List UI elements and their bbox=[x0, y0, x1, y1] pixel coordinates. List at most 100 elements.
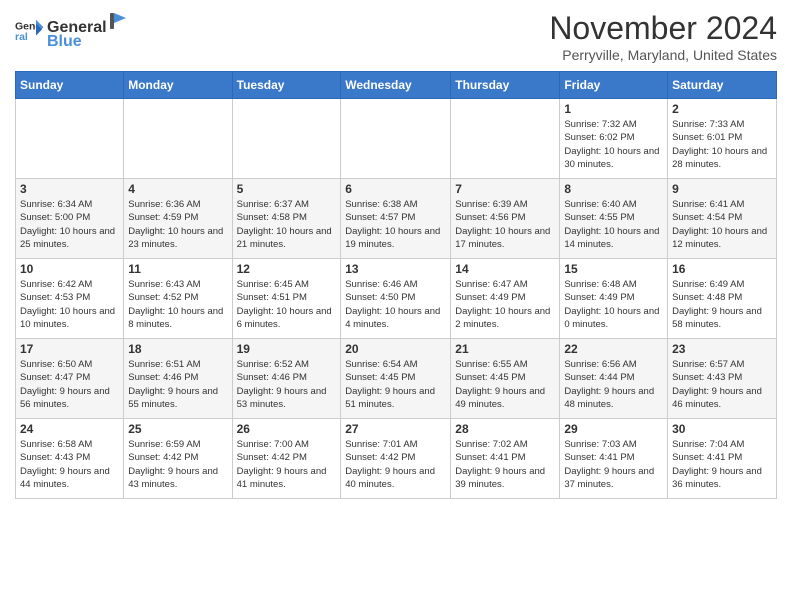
day-detail: Sunrise: 6:57 AM Sunset: 4:43 PM Dayligh… bbox=[672, 358, 772, 411]
table-row: 7Sunrise: 6:39 AM Sunset: 4:56 PM Daylig… bbox=[451, 179, 560, 259]
calendar-week-row: 10 Sunrise: 6:42 AM Sunset: 4:53 PM Dayli… bbox=[16, 259, 777, 339]
day-number: 21 bbox=[455, 342, 555, 356]
day-number: 19 bbox=[237, 342, 337, 356]
header: Gene ral General Blue November 2024 Perr… bbox=[15, 10, 777, 63]
table-row: 29 Sunrise: 7:03 AM Sunset: 4:41 PM Dayli… bbox=[560, 419, 668, 499]
logo: Gene ral General Blue bbox=[15, 10, 131, 51]
table-row bbox=[451, 99, 560, 179]
day-detail: Sunrise: 6:34 AM Sunset: 5:00 PM Dayligh… bbox=[20, 198, 119, 251]
day-number: 27 bbox=[345, 422, 446, 436]
table-row: 21 Sunrise: 6:55 AM Sunset: 4:45 PM Dayli… bbox=[451, 339, 560, 419]
day-detail: Sunrise: 7:00 AM Sunset: 4:42 PM Dayligh… bbox=[237, 438, 337, 491]
col-tuesday: Tuesday bbox=[232, 72, 341, 99]
month-title: November 2024 bbox=[549, 10, 777, 47]
day-detail: Sunrise: 6:42 AM Sunset: 4:53 PM Dayligh… bbox=[20, 278, 119, 331]
table-row: 27Sunrise: 7:01 AM Sunset: 4:42 PM Dayli… bbox=[341, 419, 451, 499]
title-section: November 2024 Perryville, Maryland, Unit… bbox=[549, 10, 777, 63]
day-number: 14 bbox=[455, 262, 555, 276]
table-row: 11 Sunrise: 6:43 AM Sunset: 4:52 PM Dayli… bbox=[124, 259, 232, 339]
table-row: 19Sunrise: 6:52 AM Sunset: 4:46 PM Dayli… bbox=[232, 339, 341, 419]
table-row: 18 Sunrise: 6:51 AM Sunset: 4:46 PM Dayli… bbox=[124, 339, 232, 419]
table-row: 22 Sunrise: 6:56 AM Sunset: 4:44 PM Dayli… bbox=[560, 339, 668, 419]
table-row: 20Sunrise: 6:54 AM Sunset: 4:45 PM Dayli… bbox=[341, 339, 451, 419]
day-detail: Sunrise: 6:51 AM Sunset: 4:46 PM Dayligh… bbox=[128, 358, 227, 411]
day-detail: Sunrise: 6:40 AM Sunset: 4:55 PM Dayligh… bbox=[564, 198, 663, 251]
day-number: 2 bbox=[672, 102, 772, 116]
table-row: 8 Sunrise: 6:40 AM Sunset: 4:55 PM Daylig… bbox=[560, 179, 668, 259]
calendar-week-row: 1 Sunrise: 7:32 AM Sunset: 6:02 PM Daylig… bbox=[16, 99, 777, 179]
day-number: 15 bbox=[564, 262, 663, 276]
day-detail: Sunrise: 6:55 AM Sunset: 4:45 PM Dayligh… bbox=[455, 358, 555, 411]
day-detail: Sunrise: 6:38 AM Sunset: 4:57 PM Dayligh… bbox=[345, 198, 446, 251]
day-number: 16 bbox=[672, 262, 772, 276]
day-number: 4 bbox=[128, 182, 227, 196]
table-row: 9 Sunrise: 6:41 AM Sunset: 4:54 PM Daylig… bbox=[668, 179, 777, 259]
table-row: 24Sunrise: 6:58 AM Sunset: 4:43 PM Dayli… bbox=[16, 419, 124, 499]
day-detail: Sunrise: 6:39 AM Sunset: 4:56 PM Dayligh… bbox=[455, 198, 555, 251]
table-row bbox=[232, 99, 341, 179]
table-row bbox=[341, 99, 451, 179]
day-detail: Sunrise: 6:36 AM Sunset: 4:59 PM Dayligh… bbox=[128, 198, 227, 251]
calendar-week-row: 3 Sunrise: 6:34 AM Sunset: 5:00 PM Daylig… bbox=[16, 179, 777, 259]
table-row: 28Sunrise: 7:02 AM Sunset: 4:41 PM Dayli… bbox=[451, 419, 560, 499]
day-number: 22 bbox=[564, 342, 663, 356]
calendar-header-row: Sunday Monday Tuesday Wednesday Thursday… bbox=[16, 72, 777, 99]
day-detail: Sunrise: 6:41 AM Sunset: 4:54 PM Dayligh… bbox=[672, 198, 772, 251]
col-saturday: Saturday bbox=[668, 72, 777, 99]
table-row: 4 Sunrise: 6:36 AM Sunset: 4:59 PM Daylig… bbox=[124, 179, 232, 259]
day-number: 28 bbox=[455, 422, 555, 436]
table-row: 5Sunrise: 6:37 AM Sunset: 4:58 PM Daylig… bbox=[232, 179, 341, 259]
day-number: 25 bbox=[128, 422, 227, 436]
svg-text:ral: ral bbox=[15, 31, 28, 43]
day-number: 30 bbox=[672, 422, 772, 436]
day-number: 26 bbox=[237, 422, 337, 436]
day-detail: Sunrise: 6:50 AM Sunset: 4:47 PM Dayligh… bbox=[20, 358, 119, 411]
day-number: 6 bbox=[345, 182, 446, 196]
col-wednesday: Wednesday bbox=[341, 72, 451, 99]
calendar-week-row: 17Sunrise: 6:50 AM Sunset: 4:47 PM Dayli… bbox=[16, 339, 777, 419]
day-detail: Sunrise: 7:04 AM Sunset: 4:41 PM Dayligh… bbox=[672, 438, 772, 491]
day-detail: Sunrise: 7:33 AM Sunset: 6:01 PM Dayligh… bbox=[672, 118, 772, 171]
logo-flag-icon bbox=[108, 10, 130, 32]
day-detail: Sunrise: 7:03 AM Sunset: 4:41 PM Dayligh… bbox=[564, 438, 663, 491]
day-number: 8 bbox=[564, 182, 663, 196]
day-detail: Sunrise: 6:48 AM Sunset: 4:49 PM Dayligh… bbox=[564, 278, 663, 331]
day-number: 18 bbox=[128, 342, 227, 356]
table-row: 3 Sunrise: 6:34 AM Sunset: 5:00 PM Daylig… bbox=[16, 179, 124, 259]
day-number: 29 bbox=[564, 422, 663, 436]
table-row: 12 Sunrise: 6:45 AM Sunset: 4:51 PM Dayli… bbox=[232, 259, 341, 339]
table-row: 23 Sunrise: 6:57 AM Sunset: 4:43 PM Dayli… bbox=[668, 339, 777, 419]
day-number: 9 bbox=[672, 182, 772, 196]
day-number: 1 bbox=[564, 102, 663, 116]
table-row: 26 Sunrise: 7:00 AM Sunset: 4:42 PM Dayli… bbox=[232, 419, 341, 499]
table-row: 6 Sunrise: 6:38 AM Sunset: 4:57 PM Daylig… bbox=[341, 179, 451, 259]
table-row: 1 Sunrise: 7:32 AM Sunset: 6:02 PM Daylig… bbox=[560, 99, 668, 179]
day-detail: Sunrise: 6:47 AM Sunset: 4:49 PM Dayligh… bbox=[455, 278, 555, 331]
table-row: 15 Sunrise: 6:48 AM Sunset: 4:49 PM Dayli… bbox=[560, 259, 668, 339]
table-row: 13 Sunrise: 6:46 AM Sunset: 4:50 PM Dayli… bbox=[341, 259, 451, 339]
day-number: 3 bbox=[20, 182, 119, 196]
day-detail: Sunrise: 6:49 AM Sunset: 4:48 PM Dayligh… bbox=[672, 278, 772, 331]
day-detail: Sunrise: 6:46 AM Sunset: 4:50 PM Dayligh… bbox=[345, 278, 446, 331]
day-detail: Sunrise: 7:32 AM Sunset: 6:02 PM Dayligh… bbox=[564, 118, 663, 171]
day-number: 23 bbox=[672, 342, 772, 356]
table-row: 14 Sunrise: 6:47 AM Sunset: 4:49 PM Dayli… bbox=[451, 259, 560, 339]
day-number: 11 bbox=[128, 262, 227, 276]
location: Perryville, Maryland, United States bbox=[549, 47, 777, 63]
day-number: 10 bbox=[20, 262, 119, 276]
day-detail: Sunrise: 6:43 AM Sunset: 4:52 PM Dayligh… bbox=[128, 278, 227, 331]
calendar-table: Sunday Monday Tuesday Wednesday Thursday… bbox=[15, 71, 777, 499]
day-detail: Sunrise: 6:45 AM Sunset: 4:51 PM Dayligh… bbox=[237, 278, 337, 331]
table-row: 25 Sunrise: 6:59 AM Sunset: 4:42 PM Dayli… bbox=[124, 419, 232, 499]
table-row bbox=[124, 99, 232, 179]
table-row: 17Sunrise: 6:50 AM Sunset: 4:47 PM Dayli… bbox=[16, 339, 124, 419]
table-row: 10 Sunrise: 6:42 AM Sunset: 4:53 PM Dayli… bbox=[16, 259, 124, 339]
day-number: 13 bbox=[345, 262, 446, 276]
table-row: 16 Sunrise: 6:49 AM Sunset: 4:48 PM Dayli… bbox=[668, 259, 777, 339]
day-detail: Sunrise: 6:59 AM Sunset: 4:42 PM Dayligh… bbox=[128, 438, 227, 491]
day-number: 20 bbox=[345, 342, 446, 356]
day-number: 5 bbox=[237, 182, 337, 196]
day-number: 12 bbox=[237, 262, 337, 276]
col-friday: Friday bbox=[560, 72, 668, 99]
day-detail: Sunrise: 6:56 AM Sunset: 4:44 PM Dayligh… bbox=[564, 358, 663, 411]
